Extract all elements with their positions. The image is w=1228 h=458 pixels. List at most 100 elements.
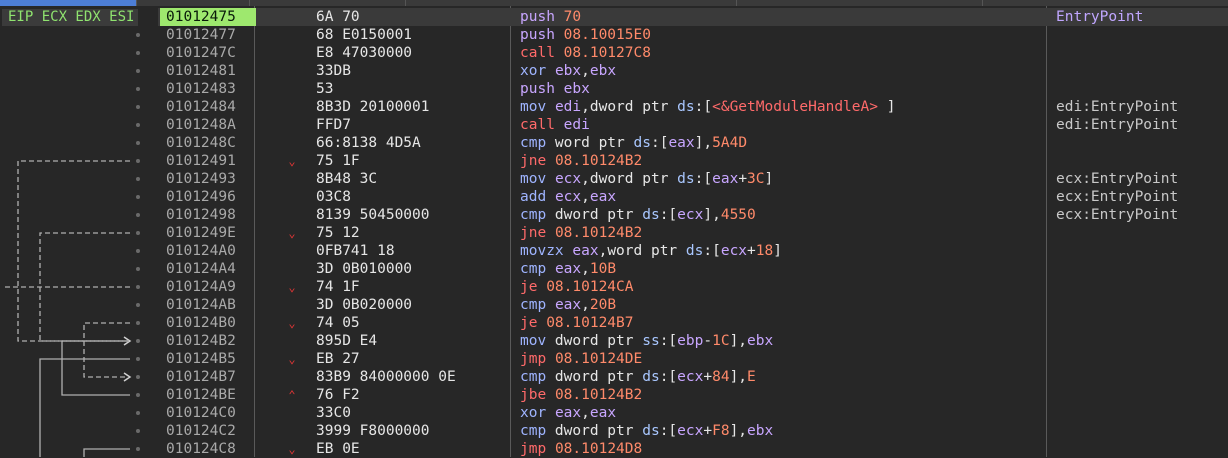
breakpoint-dot[interactable] (136, 51, 140, 55)
instruction-row[interactable]: 010124C2 3999 F8000000 cmp dword ptr ds:[e… (158, 422, 1228, 440)
instruction-row[interactable]: 010124B7 83B9 84000000 0E cmp dword ptr ds… (158, 368, 1228, 386)
disasm-token: ecx (554, 189, 582, 205)
disasm-token: movzx (520, 243, 564, 259)
disasm-token: - (703, 333, 713, 349)
disasm-token: ecx (720, 243, 748, 259)
disasm-token: cmp (520, 135, 547, 151)
breakpoint-dot[interactable] (136, 357, 140, 361)
instruction-row[interactable]: 010124B5 ⌄ EB 27 jmp 08.10124DE (158, 350, 1228, 368)
disasm-token: 08.10124CA (546, 279, 634, 295)
disasm-token (546, 63, 555, 79)
instruction-row[interactable]: 01012484 8B3D 20100001 mov edi,dword ptr d… (158, 98, 1228, 116)
instruction-bytes: 66:8138 4D5A (316, 135, 421, 151)
instruction-row[interactable]: 0101248C 66:8138 4D5A cmp word ptr ds:[eax… (158, 134, 1228, 152)
breakpoint-dot[interactable] (136, 321, 140, 325)
instruction-row[interactable]: 010124A9 ⌄ 74 1F je 08.10124CA (158, 278, 1228, 296)
disasm-token (537, 315, 546, 331)
breakpoint-dot[interactable] (136, 213, 140, 217)
disasm-token: 08.10124B2 (554, 153, 643, 169)
breakpoint-dot[interactable] (136, 249, 140, 253)
disasm-token: eax (554, 297, 582, 313)
jump-up-arrow-icon: ⌃ (288, 388, 296, 402)
instruction-row[interactable]: 01012481 33DB xor ebx,ebx (158, 62, 1228, 80)
disasm-token: ebx (747, 423, 774, 439)
instruction-comment: ecx:EntryPoint (1056, 207, 1179, 223)
instruction-address: 01012483 (166, 81, 236, 97)
breakpoint-dot[interactable] (136, 231, 140, 235)
breakpoint-dot[interactable] (136, 267, 140, 271)
disasm-token: ds (685, 243, 704, 259)
instruction-row[interactable]: 0101249E ⌄ 75 12 jne 08.10124B2 (158, 224, 1228, 242)
breakpoint-dot[interactable] (136, 303, 140, 307)
instruction-comment: edi:EntryPoint (1056, 99, 1179, 115)
disasm-token: ecx (554, 171, 582, 187)
disasm-token: jmp (520, 351, 547, 367)
disasm-token: dword ptr (546, 369, 643, 385)
disasm-token: 4550 (720, 207, 756, 223)
instruction-row[interactable]: 010124A0 0FB741 18 movzx eax,word ptr ds:[… (158, 242, 1228, 260)
instruction-row[interactable]: 01012491 ⌄ 75 1F jne 08.10124B2 (158, 152, 1228, 170)
instruction-row[interactable]: 0101248A FFD7 call edi edi:EntryPoint (158, 116, 1228, 134)
instruction-row[interactable]: 01012493 8B48 3C mov ecx,dword ptr ds:[eax… (158, 170, 1228, 188)
disassembly-text: jmp 08.10124D8 (520, 440, 642, 458)
breakpoint-dot[interactable] (136, 285, 140, 289)
breakpoint-dot[interactable] (136, 123, 140, 127)
instruction-row[interactable]: 01012496 03C8 add ecx,eax ecx:EntryPoint (158, 188, 1228, 206)
jump-down-arrow-icon: ⌄ (288, 352, 296, 366)
disassembly-text: cmp eax,20B (520, 296, 616, 314)
disassembly-text: call 08.10127C8 (520, 44, 651, 62)
breakpoint-dot[interactable] (136, 69, 140, 73)
disasm-token: ds (642, 207, 660, 223)
instruction-address: 01012491 (166, 153, 236, 169)
instruction-bytes: 8B48 3C (316, 171, 378, 187)
disasm-token: ss (642, 333, 660, 349)
instruction-row[interactable]: 010124B2 895D E4 mov dword ptr ss:[ebp-1C]… (158, 332, 1228, 350)
breakpoint-dot[interactable] (136, 33, 140, 37)
disasm-token: ] (877, 99, 896, 115)
instruction-row[interactable]: 01012477 68 E0150001 push 08.10015E0 (158, 26, 1228, 44)
instruction-row[interactable]: 01012475 6A 70 push 70 EntryPoint (158, 8, 1228, 26)
disasm-token (546, 225, 555, 241)
instruction-row[interactable]: 010124BE ⌃ 76 F2 jbe 08.10124B2 (158, 386, 1228, 404)
breakpoint-dot[interactable] (136, 447, 140, 451)
jump-down-arrow-icon: ⌄ (288, 280, 296, 294)
breakpoint-dot[interactable] (136, 195, 140, 199)
instruction-bytes: 6A 70 (316, 9, 360, 25)
breakpoint-dot[interactable] (136, 141, 140, 145)
disasm-token: 84 (712, 369, 730, 385)
instruction-row[interactable]: 010124A4 3D 0B010000 cmp eax,10B (158, 260, 1228, 278)
disassembly-text: jbe 08.10124B2 (520, 386, 642, 404)
disasm-token: eax (668, 135, 695, 151)
disassembly-text: mov ecx,dword ptr ds:[eax+3C] (520, 170, 773, 188)
instruction-bytes: 8B3D 20100001 (316, 99, 430, 115)
instruction-row[interactable]: 010124C8 ⌄ EB 0E jmp 08.10124D8 (158, 440, 1228, 458)
breakpoint-dot[interactable] (136, 105, 140, 109)
instruction-row[interactable]: 010124AB 3D 0B020000 cmp eax,20B (158, 296, 1228, 314)
instruction-row[interactable]: 010124C0 33C0 xor eax,eax (158, 404, 1228, 422)
breakpoint-dot[interactable] (136, 87, 140, 91)
breakpoint-dot[interactable] (136, 339, 140, 343)
breakpoint-dot[interactable] (136, 375, 140, 379)
breakpoint-dot[interactable] (136, 159, 140, 163)
instruction-address: 010124C8 (166, 441, 236, 457)
breakpoint-dot[interactable] (136, 411, 140, 415)
instruction-bytes: 8139 50450000 (316, 207, 430, 223)
disasm-token: eax (712, 171, 739, 187)
disasm-token: je (520, 315, 538, 331)
instruction-row[interactable]: 010124B0 ⌄ 74 05 je 08.10124B7 (158, 314, 1228, 332)
disasm-token: 18 (755, 243, 774, 259)
disasm-token (555, 27, 564, 43)
jump-line (17, 160, 130, 342)
breakpoint-dot[interactable] (136, 393, 140, 397)
instruction-row[interactable]: 0101247C E8 47030000 call 08.10127C8 (158, 44, 1228, 62)
disasm-token: ecx (677, 423, 704, 439)
jump-line (83, 448, 130, 457)
breakpoint-dot[interactable] (136, 429, 140, 433)
instruction-bytes: 0FB741 18 (316, 243, 395, 259)
disasm-token: xor (520, 63, 547, 79)
instruction-row[interactable]: 01012498 8139 50450000 cmp dword ptr ds:[e… (158, 206, 1228, 224)
disasm-token: :[ (659, 423, 678, 439)
breakpoint-dot[interactable] (136, 177, 140, 181)
disassembly-view[interactable]: 01012475 6A 70 push 70 EntryPoint 01012477 68… (158, 6, 1228, 457)
instruction-row[interactable]: 01012483 53 push ebx (158, 80, 1228, 98)
